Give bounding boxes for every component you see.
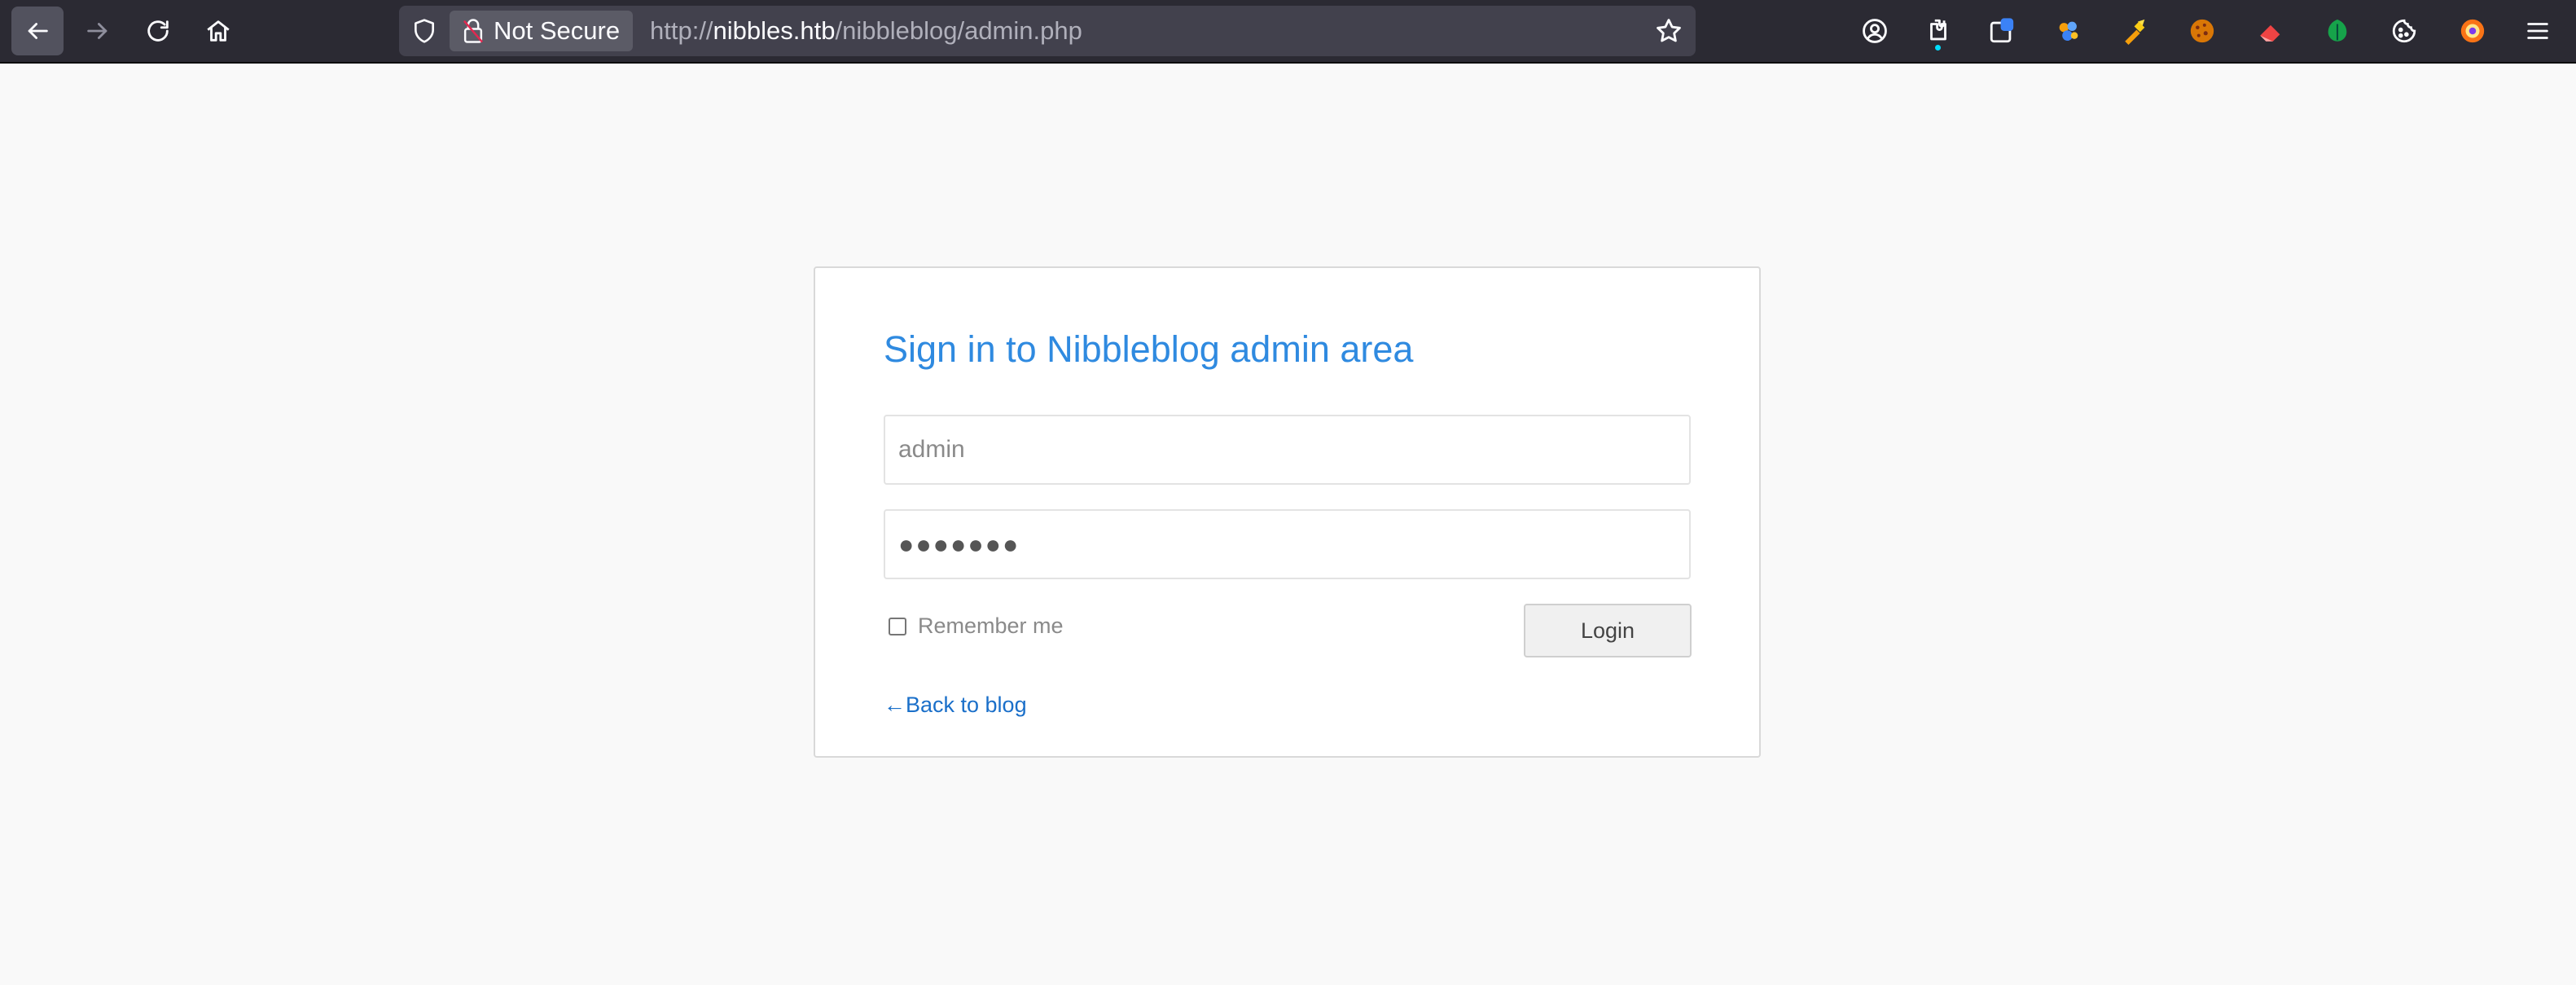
password-input[interactable]: ●●●●●●● [884,509,1691,579]
username-input[interactable] [884,415,1691,485]
star-icon [1657,19,1681,42]
cookie-outline-icon [2392,19,2416,43]
cookie-icon [2190,19,2214,43]
menu-button[interactable] [2518,11,2557,51]
forward-button[interactable] [72,7,124,55]
notification-dot [1935,45,1941,51]
remember-me[interactable]: Remember me [889,613,1064,639]
site-security-button[interactable]: Not Secure [450,11,634,51]
firefox-extension-icon [2460,19,2485,43]
back-to-blog-link[interactable]: ←Back to blog [884,693,1027,718]
url-bar[interactable]: Not Secure http://nibbles.htb/nibbleblog… [399,6,1696,56]
reload-button[interactable] [132,7,184,55]
extension-puzzle-icon [2059,21,2078,42]
remember-label: Remember me [918,613,1064,638]
reload-icon [147,20,169,42]
browser-toolbar: Not Secure http://nibbles.htb/nibbleblog… [0,0,2576,64]
back-button[interactable] [11,7,64,55]
arrow-right-icon [87,23,108,39]
account-button[interactable] [1855,11,1894,51]
extension-wand-button[interactable] [2116,11,2155,51]
login-panel: Sign in to Nibbleblog admin area ●●●●●●●… [814,266,1761,758]
url-host: nibbles.htb [713,16,836,45]
login-title: Sign in to Nibbleblog admin area [884,328,1414,370]
account-icon [1863,19,1887,43]
remember-checkbox[interactable] [889,617,906,635]
green-leaf-icon [2328,19,2347,42]
extension-wand-icon [2125,19,2145,45]
extension-puzzle-button[interactable] [2049,11,2088,51]
green-extension-button[interactable] [2318,11,2357,51]
home-icon [207,20,230,42]
cookie-outline-button[interactable] [2385,11,2424,51]
url-scheme: http:// [650,16,713,45]
url-path: /nibbleblog/admin.php [835,16,1082,45]
url-text[interactable]: http://nibbles.htb/nibbleblog/admin.php [650,6,1082,56]
bookmark-button[interactable] [1652,14,1686,48]
hamburger-menu-icon [2527,23,2548,39]
container-tabs-icon [1990,18,2014,43]
arrow-left-icon [28,23,48,39]
cookie-extension-button[interactable] [2183,11,2222,51]
extensions-icon [1930,19,1946,41]
eraser-extension-button[interactable] [2251,11,2290,51]
tracking-protection-button[interactable] [407,14,441,48]
eraser-icon [2260,24,2280,42]
extensions-button[interactable] [1919,11,1958,51]
login-button[interactable]: Login [1524,604,1692,657]
home-button[interactable] [192,7,244,55]
insecure-lock-icon [463,19,484,43]
container-tabs-button[interactable] [1982,11,2021,51]
password-mask: ●●●●●●● [898,529,1020,559]
shield-icon [415,19,434,43]
firefox-extension-button[interactable] [2453,11,2492,51]
not-secure-label: Not Secure [494,16,621,45]
